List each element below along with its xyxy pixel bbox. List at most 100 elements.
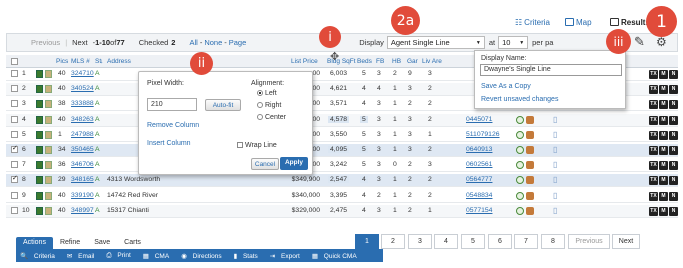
notes-badge[interactable]: N (669, 115, 678, 125)
notes-badge[interactable]: N (669, 100, 678, 110)
map-badge[interactable]: M (659, 130, 668, 140)
page-3-button[interactable]: 3 (408, 234, 432, 249)
notes-badge[interactable]: N (669, 176, 678, 186)
tax-badge[interactable]: TX (649, 115, 658, 125)
col-pics[interactable]: Pics (56, 58, 68, 65)
photo-icon[interactable] (36, 191, 43, 200)
map-badge[interactable]: M (659, 146, 668, 155)
map-pin-icon[interactable] (516, 191, 524, 200)
quick-cma-action[interactable]: ▦ Quick CMA (312, 252, 361, 260)
mls-link[interactable]: 346706 (71, 161, 94, 168)
per-page-select[interactable]: 10 ▼ (498, 36, 529, 49)
notes-badge[interactable]: N (669, 130, 678, 140)
apply-button[interactable]: Apply (280, 157, 308, 170)
align-left-radio[interactable]: Left (257, 90, 277, 97)
autofit-button[interactable]: Auto-fit (205, 99, 241, 111)
photo-tour-icon[interactable] (526, 191, 534, 200)
tax-badge[interactable]: TX (649, 191, 658, 201)
mls-link[interactable]: 348165 (71, 176, 94, 183)
col-hb[interactable]: HB (392, 58, 401, 65)
photo-icon[interactable] (36, 115, 43, 124)
document-icon[interactable]: ▯ (553, 115, 557, 124)
document-icon[interactable]: ▯ (553, 130, 557, 139)
col-gar[interactable]: Gar (407, 58, 418, 65)
page-8-button[interactable]: 8 (541, 234, 565, 249)
map-badge[interactable]: M (659, 176, 668, 186)
map-pin-icon[interactable] (516, 206, 524, 215)
tax-badge[interactable]: TX (649, 176, 658, 186)
row-checkbox[interactable] (11, 206, 18, 214)
map-view-tab[interactable]: Map (565, 15, 592, 29)
photo-thumb-icon[interactable] (45, 191, 52, 200)
map-badge[interactable]: M (659, 161, 668, 171)
export-action[interactable]: ⇥ Export (270, 252, 304, 260)
save-as-copy-link[interactable]: Save As a Copy (481, 83, 531, 90)
tax-id-link[interactable]: 0548834 (466, 192, 492, 199)
tax-id-link[interactable]: 0564777 (466, 176, 492, 183)
photo-tour-icon[interactable] (526, 161, 534, 170)
col-liv-area[interactable]: Liv Are (422, 58, 442, 65)
tab-carts[interactable]: Carts (117, 237, 148, 249)
tax-id-link[interactable]: 0577154 (466, 207, 492, 214)
photo-tour-icon[interactable] (526, 146, 534, 154)
photo-thumb-icon[interactable] (45, 176, 52, 185)
pixel-width-input[interactable]: 210 (147, 98, 197, 111)
photo-icon[interactable] (36, 85, 43, 94)
notes-badge[interactable]: N (669, 85, 678, 95)
photo-icon[interactable] (36, 146, 43, 154)
tab-refine[interactable]: Refine (53, 237, 87, 249)
select-page-link[interactable]: Page (229, 38, 247, 47)
table-row[interactable]: ✓ 6 34 350465 A 00 4,095 5 3 1 3 2 0640913 ▯ TX M N (6, 144, 678, 157)
display-name-input[interactable]: Dwayne's Single Line (480, 64, 622, 76)
map-badge[interactable]: M (659, 206, 668, 216)
tax-badge[interactable]: TX (649, 100, 658, 110)
revert-changes-link[interactable]: Revert unsaved changes (481, 96, 558, 103)
mls-link[interactable]: 350465 (71, 146, 94, 153)
map-badge[interactable]: M (659, 85, 668, 95)
map-badge[interactable]: M (659, 115, 668, 125)
map-pin-icon[interactable] (516, 115, 524, 124)
directions-action[interactable]: ◉ Directions (181, 252, 225, 260)
notes-badge[interactable]: N (669, 70, 678, 79)
row-checkbox[interactable] (11, 161, 18, 169)
mls-link[interactable]: 333888 (71, 100, 94, 107)
mls-link[interactable]: 348263 (71, 116, 94, 123)
notes-badge[interactable]: N (669, 161, 678, 171)
align-right-radio[interactable]: Right (257, 102, 281, 109)
photo-icon[interactable] (36, 70, 43, 78)
notes-badge[interactable]: N (669, 206, 678, 216)
previous-page-button[interactable]: Previous (568, 234, 610, 249)
row-checkbox[interactable]: ✓ (11, 145, 18, 153)
document-icon[interactable]: ▯ (553, 206, 557, 215)
table-row[interactable]: 7 36 346706 A 00 3,242 5 3 0 2 3 0602561 ▯ TX M N (6, 159, 678, 173)
row-checkbox[interactable] (11, 70, 18, 77)
page-6-button[interactable]: 6 (488, 234, 512, 249)
col-fb[interactable]: FB (376, 58, 384, 65)
remove-column-link[interactable]: Remove Column (147, 122, 199, 129)
map-badge[interactable]: M (659, 70, 668, 79)
col-beds[interactable]: Beds (357, 58, 372, 65)
table-row[interactable]: 5 1 247988 A 00 3,550 5 3 1 3 1 511079126 ▯ TX M N (6, 129, 678, 142)
photo-thumb-icon[interactable] (45, 146, 52, 154)
photo-icon[interactable] (36, 130, 43, 139)
page-2-button[interactable]: 2 (381, 234, 405, 249)
next-page-button[interactable]: Next (612, 234, 640, 249)
photo-icon[interactable] (36, 100, 43, 109)
photo-tour-icon[interactable] (526, 206, 534, 215)
table-row[interactable]: ✓ 8 29 348165 A 4313 Wordsworth $349,900 2,547 4… (6, 174, 678, 188)
map-pin-icon[interactable] (516, 161, 524, 170)
print-action[interactable]: ⎙ Print (106, 252, 134, 260)
select-all-link[interactable]: All (189, 38, 197, 47)
photo-tour-icon[interactable] (526, 176, 534, 185)
table-row[interactable]: 9 40 339190 A 14742 Red River $340,000 3,395 4 2… (6, 190, 678, 203)
mls-link[interactable]: 247988 (71, 131, 94, 138)
page-4-button[interactable]: 4 (434, 234, 458, 249)
tax-id-link[interactable]: 0445071 (466, 116, 492, 123)
move-column-icon[interactable]: ✥ (330, 52, 341, 63)
map-pin-icon[interactable] (516, 130, 524, 139)
mls-link[interactable]: 340524 (71, 85, 94, 92)
insert-column-link[interactable]: Insert Column (147, 140, 191, 147)
tax-badge[interactable]: TX (649, 146, 658, 155)
tax-id-link[interactable]: 511079126 (466, 131, 500, 138)
document-icon[interactable]: ▯ (553, 145, 557, 154)
